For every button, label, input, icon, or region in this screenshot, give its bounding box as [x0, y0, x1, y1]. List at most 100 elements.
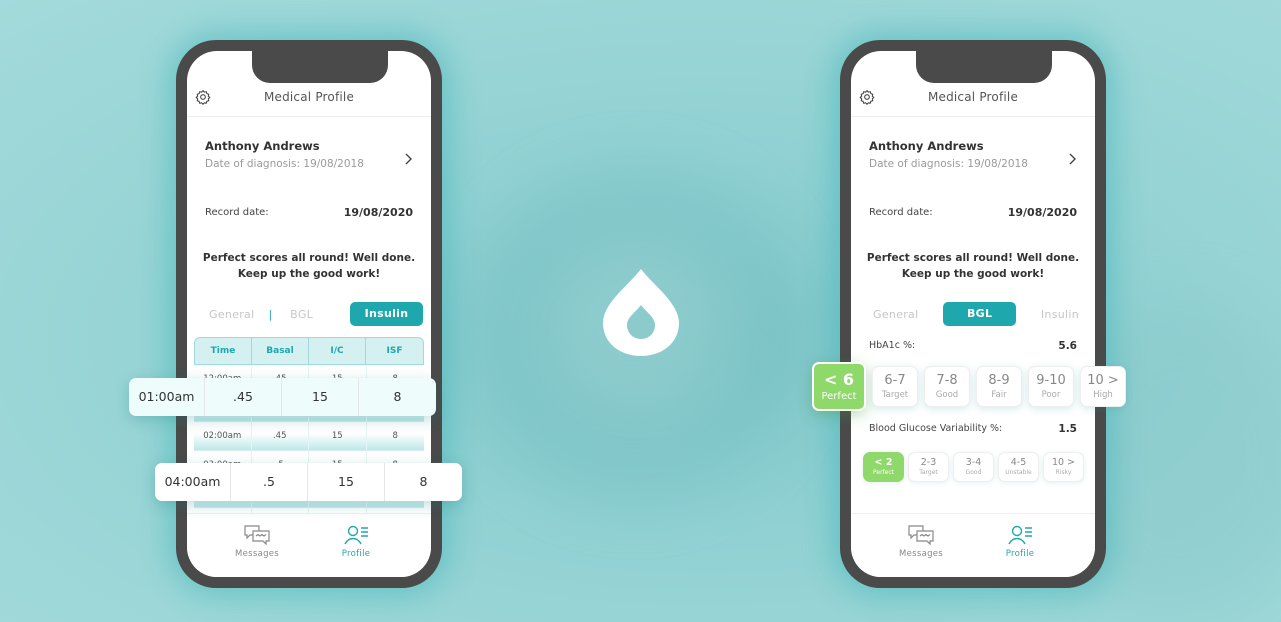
variability-row: Blood Glucose Variability %: 1.5: [869, 423, 1077, 435]
range-value: < 6: [823, 370, 855, 389]
range-chip[interactable]: 7-8 Good: [924, 366, 970, 407]
nav-label: Messages: [234, 549, 280, 559]
range-chip[interactable]: 8-9 Fair: [976, 366, 1022, 407]
cell-time: 01:00am: [129, 378, 205, 416]
record-date-label: Record date:: [869, 207, 933, 218]
header: Medical Profile: [851, 77, 1095, 117]
range-desc: Target: [881, 390, 909, 400]
nav-label: Messages: [898, 549, 944, 559]
column-header: ISF: [386, 346, 403, 356]
nav-profile[interactable]: Profile: [980, 524, 1060, 559]
range-desc: Target: [919, 469, 938, 476]
tab-general[interactable]: General: [209, 308, 254, 321]
range-desc: Poor: [1041, 390, 1061, 400]
patient-name: Anthony Andrews: [869, 139, 984, 153]
messages-icon: [244, 525, 270, 546]
cell-time: 02:00am: [194, 422, 252, 450]
table-row[interactable]: 02:00am .45 15 8: [194, 422, 424, 451]
nav-messages[interactable]: Messages: [217, 524, 297, 559]
record-date-row: Record date: 19/08/2020: [869, 206, 1077, 219]
page-title: Medical Profile: [263, 89, 355, 104]
range-desc: Perfect: [821, 391, 857, 402]
gear-icon[interactable]: [195, 89, 211, 105]
highlighted-row[interactable]: 01:00am .45 15 8: [129, 378, 436, 416]
congrats-message: Perfect scores all round! Well done. Kee…: [197, 250, 421, 282]
tab-insulin[interactable]: Insulin: [350, 302, 423, 326]
profile-icon: [1008, 525, 1032, 545]
gear-icon[interactable]: [859, 89, 875, 105]
range-value: 10 >: [1051, 457, 1076, 468]
patient-card[interactable]: Anthony Andrews Date of diagnosis: 19/08…: [205, 139, 413, 170]
hba1c-value: 5.6: [1058, 340, 1077, 352]
range-desc: Unstable: [1005, 469, 1032, 476]
phone-notch: [916, 51, 1052, 83]
nav-profile[interactable]: Profile: [316, 524, 396, 559]
message-line: Perfect scores all round! Well done.: [202, 252, 416, 264]
range-desc: Good: [965, 469, 982, 476]
range-desc: Fair: [991, 390, 1007, 400]
patient-name: Anthony Andrews: [205, 139, 320, 153]
tab-bgl[interactable]: BGL: [290, 308, 313, 321]
nav-label: Profile: [1005, 549, 1035, 559]
tab-general[interactable]: General: [873, 308, 918, 321]
range-chip[interactable]: 6-7 Target: [872, 366, 918, 407]
tab-separator: |: [268, 307, 273, 321]
range-chip[interactable]: 10 > High: [1080, 366, 1126, 407]
hba1c-row: HbA1c %: 5.6: [869, 340, 1077, 352]
range-chip[interactable]: 9-10 Poor: [1028, 366, 1074, 407]
chevron-right-icon[interactable]: [403, 153, 413, 165]
header: Medical Profile: [187, 77, 431, 117]
record-date-row: Record date: 19/08/2020: [205, 206, 413, 219]
diagnosis-date: Date of diagnosis: 19/08/2018: [869, 158, 1028, 170]
range-chip[interactable]: 3-4 Good: [953, 452, 994, 482]
cell-isf: 8: [393, 389, 402, 404]
range-chip[interactable]: < 2 Perfect: [863, 452, 904, 482]
range-desc: High: [1093, 390, 1113, 400]
tab-bgl[interactable]: BGL: [943, 302, 1017, 326]
profile-icon: [344, 525, 368, 545]
hba1c-label: HbA1c %:: [869, 340, 916, 351]
cell-time: 04:00am: [155, 463, 231, 501]
record-date-value: 19/08/2020: [343, 206, 413, 219]
congrats-message: Perfect scores all round! Well done. Kee…: [861, 250, 1085, 282]
cell-isf: 8: [392, 431, 398, 441]
phone-screen: Medical Profile Anthony Andrews Date of …: [851, 51, 1095, 577]
range-desc: Good: [935, 390, 959, 400]
nav-label: Profile: [341, 549, 371, 559]
chevron-right-icon[interactable]: [1067, 153, 1077, 165]
cell-basal: .45: [252, 422, 309, 450]
record-date-value: 19/08/2020: [1007, 206, 1077, 219]
range-value: 3-4: [965, 457, 982, 468]
message-line: Perfect scores all round! Well done.: [866, 252, 1080, 264]
range-value: 6-7: [884, 373, 906, 388]
message-line: Keep up the good work!: [237, 268, 381, 280]
range-value: 4-5: [1010, 457, 1027, 468]
range-chip[interactable]: 4-5 Unstable: [998, 452, 1039, 482]
variability-label: Blood Glucose Variability %:: [869, 423, 1003, 434]
phone-notch: [252, 51, 388, 83]
range-chip[interactable]: < 6 Perfect: [812, 362, 866, 411]
diagnosis-date: Date of diagnosis: 19/08/2018: [205, 158, 364, 170]
column-header: Basal: [252, 338, 309, 365]
column-header: Time: [195, 338, 252, 365]
tab-insulin[interactable]: Insulin: [1041, 308, 1079, 321]
table-header: Time Basal I/C ISF: [194, 337, 424, 365]
patient-card[interactable]: Anthony Andrews Date of diagnosis: 19/08…: [869, 139, 1077, 170]
range-value: 9-10: [1036, 373, 1066, 388]
right-phone: Medical Profile Anthony Andrews Date of …: [840, 40, 1106, 588]
cell-ic: 15: [282, 378, 359, 416]
insulin-table: Time Basal I/C ISF 12:00am .45 15 8 01:0…: [194, 337, 424, 536]
range-chip[interactable]: 10 > Risky: [1043, 452, 1084, 482]
left-phone: Medical Profile Anthony Andrews Date of …: [176, 40, 442, 588]
nav-messages[interactable]: Messages: [881, 524, 961, 559]
tab-bar: General | BGL Insulin: [209, 301, 423, 327]
bottom-nav: Messages Profile: [851, 513, 1095, 577]
range-value: 7-8: [936, 373, 958, 388]
cell-basal: .45: [205, 378, 282, 416]
range-desc: Risky: [1055, 469, 1072, 476]
cell-basal: .5: [231, 463, 308, 501]
range-value: 2-3: [920, 457, 937, 468]
range-chip[interactable]: 2-3 Target: [908, 452, 949, 482]
cell-isf: 8: [419, 474, 428, 489]
highlighted-row[interactable]: 04:00am .5 15 8: [155, 463, 462, 501]
